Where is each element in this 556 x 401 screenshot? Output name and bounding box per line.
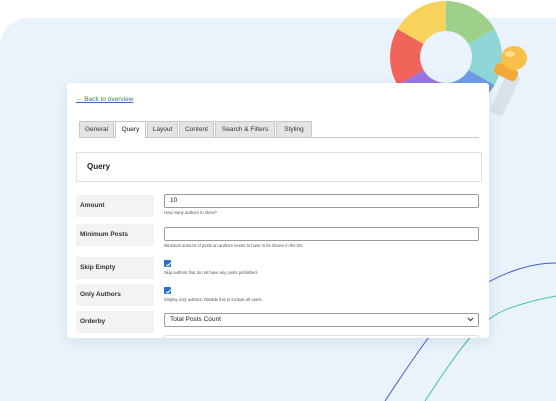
tab-content[interactable]: Content: [179, 121, 214, 137]
only-authors-help: Display only authors. Disable this to in…: [164, 297, 263, 302]
only-authors-checkbox[interactable]: [164, 287, 172, 294]
orderby-selected-value: Total Posts Count: [170, 316, 221, 323]
tab-query[interactable]: Query: [115, 121, 146, 138]
amount-input[interactable]: 10: [164, 194, 479, 208]
section-title: Query: [87, 162, 111, 171]
minimum-posts-input[interactable]: [164, 227, 479, 241]
amount-label: Amount: [76, 195, 154, 217]
checkmark-icon: [165, 289, 172, 294]
skip-empty-label: Skip Empty: [76, 257, 154, 279]
tab-styling[interactable]: Styling: [276, 121, 312, 137]
checkmark-icon: [165, 262, 172, 267]
tab-layout[interactable]: Layout: [147, 121, 178, 137]
next-field-partial: [164, 335, 479, 338]
minimum-posts-help: Minimum amount of posts an authors needs…: [164, 243, 303, 248]
only-authors-label: Only Authors: [76, 284, 154, 306]
skip-empty-checkbox[interactable]: [164, 260, 172, 267]
skip-empty-help: Skip authors that do not have any posts …: [164, 270, 258, 275]
tab-general[interactable]: General: [79, 121, 114, 137]
tab-bar: General Query Layout Content Search & Fi…: [79, 121, 479, 138]
minimum-posts-label: Minimum Posts: [76, 224, 154, 246]
orderby-label: Orderby: [76, 311, 154, 333]
back-to-overview-link[interactable]: ← Back to overview: [76, 96, 133, 103]
settings-panel: ← Back to overview General Query Layout …: [67, 83, 489, 338]
chevron-down-icon: [467, 317, 474, 322]
tab-search-filters[interactable]: Search & Filters: [215, 121, 275, 137]
amount-help: How many authors to show?: [164, 210, 217, 215]
orderby-select[interactable]: Total Posts Count: [164, 313, 479, 327]
query-section-header: Query: [76, 152, 482, 182]
